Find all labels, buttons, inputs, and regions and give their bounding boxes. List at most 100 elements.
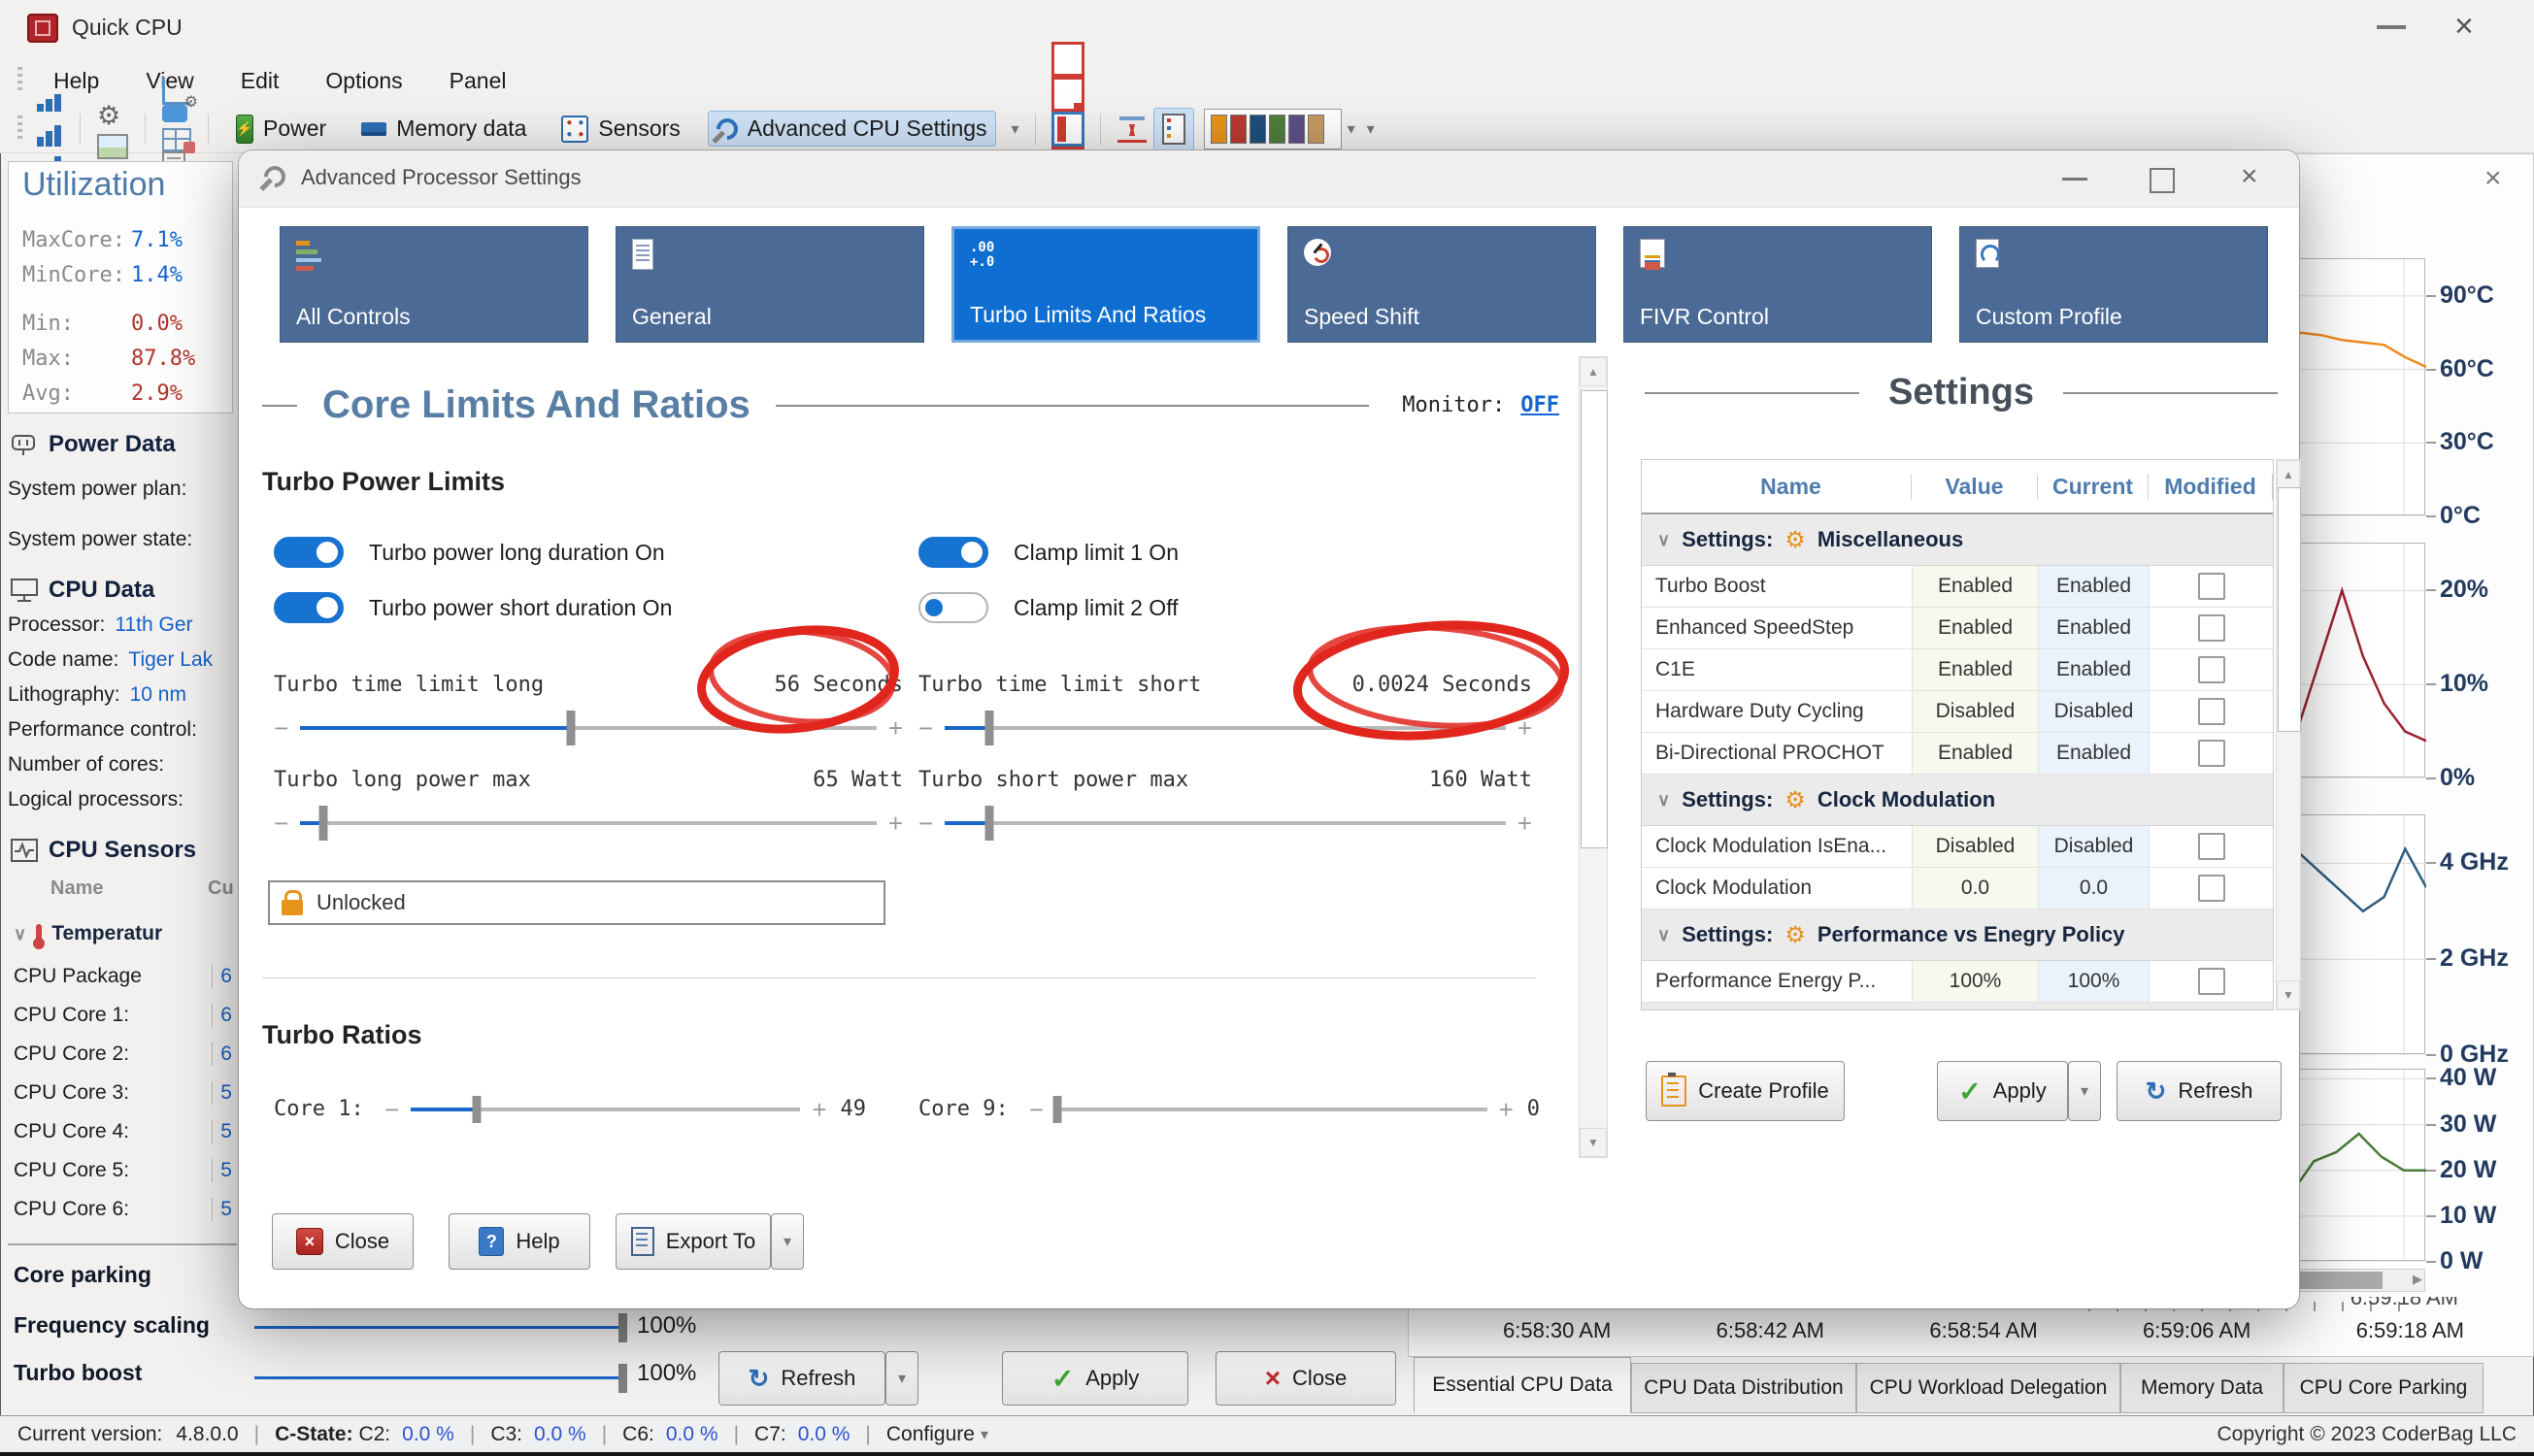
tab-cpu-data-distribution[interactable]: CPU Data Distribution [1631,1363,1856,1413]
cpu-data-section-header[interactable]: CPU Data [10,577,154,604]
table-row[interactable]: Hardware Duty CyclingDisabledDisabled [1642,691,2273,733]
memory-data-button[interactable]: Memory data [353,112,534,146]
table-row[interactable]: CPU Package6 [14,957,239,996]
modified-checkbox[interactable] [2198,968,2225,995]
clamp-limit-1-toggle[interactable] [918,537,988,568]
tab-cpu-workload-delegation[interactable]: CPU Workload Delegation [1856,1363,2120,1413]
menu-options[interactable]: Options [302,68,425,94]
panel-layout-3-icon[interactable] [1051,112,1084,147]
power-button[interactable]: ⚡ Power [228,111,334,148]
window-close-icon[interactable]: × [2454,8,2474,45]
table-row[interactable]: Performance Energy P...100%100% [1642,961,2273,1003]
dialog-tab-speed-shift[interactable]: Speed Shift [1287,226,1596,343]
cpu-graph-small-icon[interactable] [37,77,63,112]
modified-checkbox[interactable] [2198,614,2225,642]
color-palette-selector[interactable] [1204,109,1342,149]
menubar-grip[interactable] [17,67,22,94]
table-row[interactable]: CPU Core 4:5 [14,1112,239,1151]
turbo-time-limit-short-slider[interactable]: −+ [918,718,1532,738]
create-profile-button[interactable]: Create Profile [1646,1061,1845,1121]
dialog-close-button[interactable]: × Close [272,1213,414,1270]
scroll-right-icon[interactable]: ▶ [2413,1272,2422,1287]
turbo-short-power-max-slider[interactable]: −+ [918,813,1532,833]
dialog-tab-all-controls[interactable]: All Controls [280,226,588,343]
cpu-graph-medium-icon[interactable] [37,112,63,147]
monitor-toggle-link[interactable]: OFF [1520,393,1559,417]
scrollbar-thumb[interactable] [2278,487,2301,732]
cpu-sensors-section-header[interactable]: CPU Sensors [10,837,196,864]
col-value[interactable]: Value [1912,474,2038,500]
table-row[interactable]: CPU Core 5:5 [14,1151,239,1190]
dialog-tab-fivr-control[interactable]: FIVR Control [1623,226,1932,343]
dialog-maximize-icon[interactable] [2150,168,2175,193]
settings-group-clock-modulation[interactable]: ∨Settings:⚙Clock Modulation [1642,775,2273,826]
power-data-section-header[interactable]: Power Data [10,431,176,458]
axis-settings-icon[interactable] [162,77,190,105]
main-apply-button[interactable]: ✓ Apply [1002,1351,1188,1406]
scroll-up-icon[interactable]: ▲ [1580,357,1607,386]
tooltip-icon[interactable] [162,105,187,122]
dialog-minimize-icon[interactable] [2062,178,2087,181]
table-row[interactable]: CPU Core 6:5 [14,1190,239,1229]
dialog-tab-custom-profile[interactable]: Custom Profile [1959,226,2268,343]
table-row[interactable]: Clock Modulation0.00.0 [1642,868,2273,910]
modified-checkbox[interactable] [2198,875,2225,902]
turbo-long-power-max-slider[interactable]: −+ [274,813,903,833]
turbo-time-limit-long-slider[interactable]: −+ [274,718,903,738]
temperature-group-row[interactable]: ∨ Temperatur [14,922,197,945]
tab-cpu-core-parking[interactable]: CPU Core Parking [2284,1363,2484,1413]
panel-layout-1-icon[interactable] [1051,42,1084,77]
turbo-power-short-duration-toggle[interactable] [274,592,344,623]
toolbar-overflow-caret-icon[interactable]: ▾ [1367,119,1375,139]
scrollbar-thumb[interactable] [2293,1272,2383,1289]
tab-essential-cpu-data[interactable]: Essential CPU Data [1414,1357,1631,1413]
turbo-boost-slider[interactable] [254,1376,623,1379]
menu-edit[interactable]: Edit [217,68,303,94]
main-refresh-dropdown[interactable]: ▾ [885,1351,918,1406]
window-minimize-icon[interactable] [2377,25,2406,29]
main-refresh-button[interactable]: ↻ Refresh [718,1351,885,1406]
table-row[interactable]: Bi-Directional PROCHOTEnabledEnabled [1642,733,2273,775]
table-row[interactable]: CPU Core 2:6 [14,1035,239,1074]
modified-checkbox[interactable] [2198,740,2225,767]
sensors-button[interactable]: ●●●● Sensors [553,112,687,147]
dialog-tab-general[interactable]: General [616,226,924,343]
menu-panel[interactable]: Panel [426,68,530,94]
export-to-dropdown[interactable]: ▾ [771,1213,804,1270]
line-chart-icon[interactable] [1117,115,1147,143]
modified-checkbox[interactable] [2198,698,2225,725]
panel-layout-2-icon[interactable] [1051,77,1084,112]
table-row[interactable]: C1EEnabledEnabled [1642,649,2273,691]
frequency-scaling-slider[interactable] [254,1326,623,1329]
settings-refresh-button[interactable]: ↻ Refresh [2117,1061,2282,1121]
configure-menu[interactable]: Configure [886,1423,975,1446]
grid-edit-icon[interactable] [162,128,191,151]
modified-checkbox[interactable] [2198,656,2225,683]
dialog-close-icon[interactable]: × [2241,160,2258,193]
scroll-down-icon[interactable]: ▼ [1580,1128,1607,1157]
table-row[interactable]: Enhanced SpeedStepEnabledEnabled [1642,608,2273,649]
settings-group-turbo-power-limit[interactable]: ∨Settings:⚙Turbo Power Limit [1642,1003,2273,1010]
table-row[interactable]: Clock Modulation IsEna...DisabledDisable… [1642,826,2273,868]
advanced-cpu-settings-button[interactable]: Advanced CPU Settings [708,111,996,147]
scroll-up-icon[interactable]: ▲ [2277,460,2300,489]
modified-checkbox[interactable] [2198,573,2225,600]
modified-checkbox[interactable] [2198,833,2225,860]
table-row[interactable]: Turbo BoostEnabledEnabled [1642,566,2273,608]
main-close-button[interactable]: × Close [1216,1351,1396,1406]
chart-panel-close-icon[interactable]: × [2484,162,2502,195]
col-modified[interactable]: Modified [2149,474,2273,500]
scrollbar-thumb[interactable] [1581,390,1608,848]
system-gear-icon[interactable]: ⚙ [97,99,128,134]
palette-dropdown-caret-icon[interactable]: ▾ [1348,119,1355,139]
dialog-scrollbar[interactable]: ▲ ▼ [1579,356,1608,1158]
settings-group-miscellaneous[interactable]: ∨Settings:⚙Miscellaneous [1642,514,2273,566]
dialog-tab-turbo-limits-and-ratios[interactable]: .00 +.0Turbo Limits And Ratios [951,226,1260,343]
tab-memory-data[interactable]: Memory Data [2120,1363,2284,1413]
settings-table-scrollbar[interactable]: ▲ ▼ [2276,459,2301,1010]
col-current[interactable]: Current [2038,474,2149,500]
core9-ratio-slider[interactable]: −+ [1029,1100,1514,1119]
col-name[interactable]: Name [1671,474,1912,500]
toolbar-grip[interactable] [17,116,22,143]
turbo-power-long-duration-toggle[interactable] [274,537,344,568]
